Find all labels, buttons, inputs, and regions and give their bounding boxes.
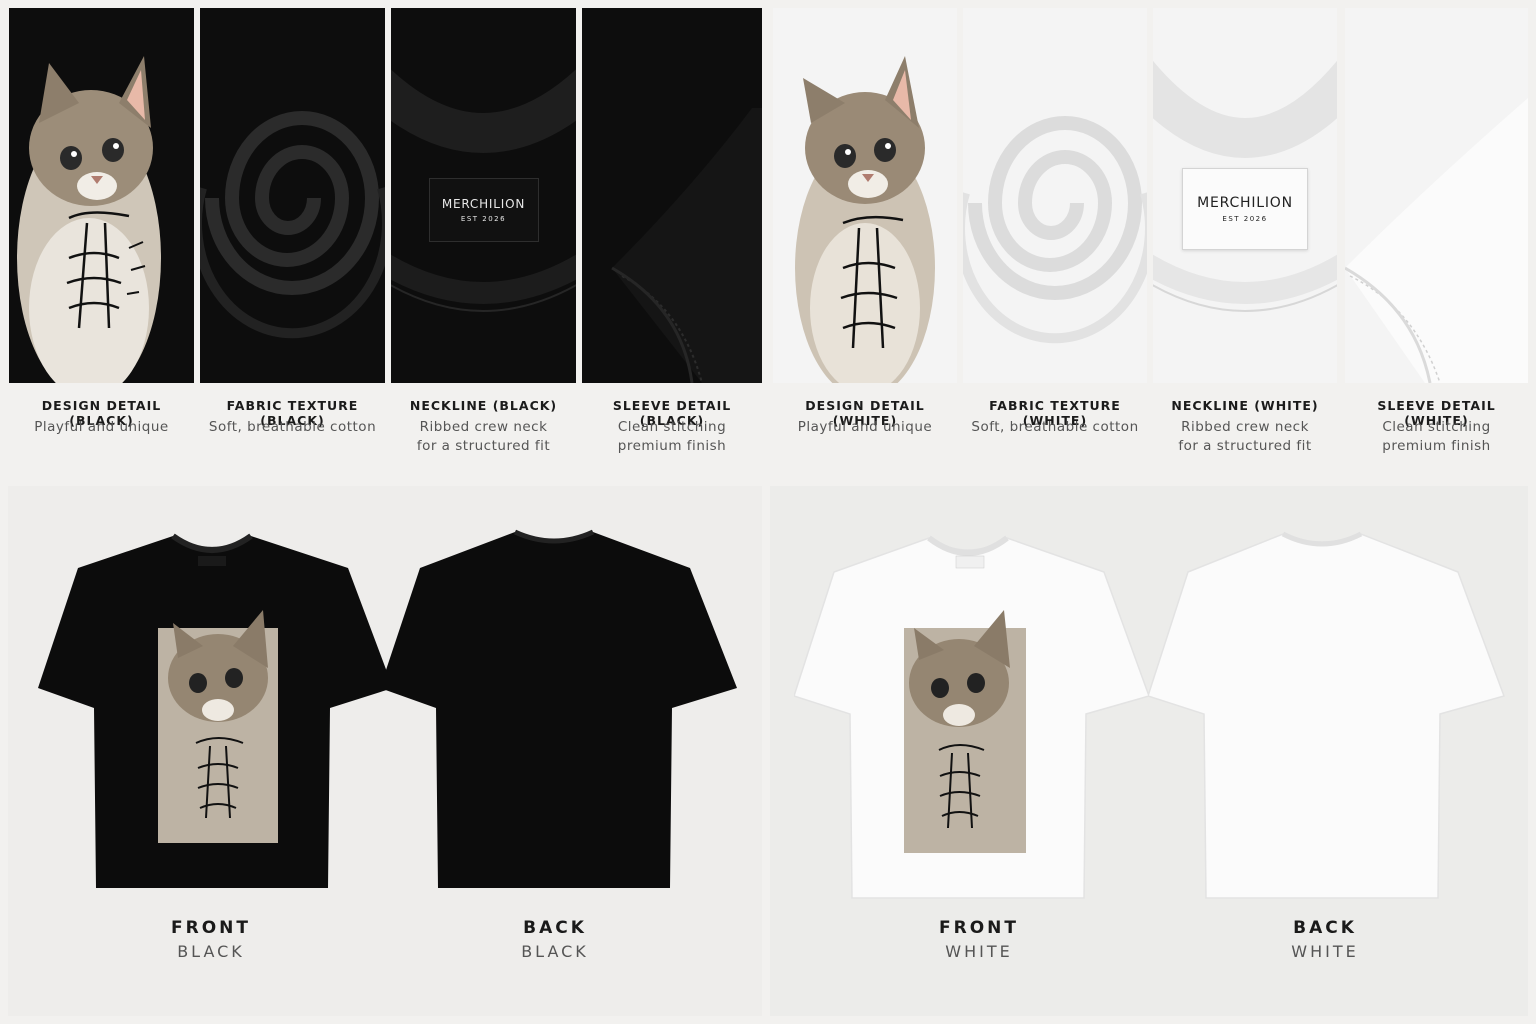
neckline-swatch: MERCHILION EST 2026 — [1153, 8, 1337, 383]
shirt-back-black — [380, 528, 740, 898]
kitten-print — [158, 610, 278, 843]
detail-subtitle: Clean stitching premium finish — [1382, 419, 1491, 454]
detail-subtitle: Ribbed crew neck for a structured fit — [1178, 419, 1312, 454]
view-color-label: WHITE — [1291, 942, 1359, 961]
sleeve-shape — [1345, 98, 1528, 383]
view-side-label: FRONT — [939, 918, 1019, 938]
shirt-front-black — [38, 528, 398, 898]
kitten-artwork — [795, 56, 935, 383]
panel-white-shirts: FRONT WHITE BACK WHITE — [770, 486, 1528, 1016]
detail-fabric-white: FABRIC TEXTURE (WHITE) Soft, breathable … — [963, 0, 1147, 470]
detail-design-white: DESIGN DETAIL (WHITE) Playful and unique — [773, 0, 957, 470]
fabric-swirl — [963, 116, 1147, 344]
view-color-label: WHITE — [945, 942, 1013, 961]
view-color-label: BLACK — [177, 942, 245, 961]
tshirt-back-black-image — [380, 529, 737, 888]
detail-subtitle: Clean stitching premium finish — [617, 419, 727, 454]
brand-label: MERCHILION EST 2026 — [428, 178, 539, 242]
detail-design-black: DESIGN DETAIL (BLACK) Playful and unique — [9, 0, 194, 470]
detail-sleeve-black: SLEEVE DETAIL (BLACK) Clean stitching pr… — [582, 0, 762, 470]
detail-fabric-black: FABRIC TEXTURE (BLACK) Soft, breathable … — [200, 0, 385, 470]
tshirt-front-black-image — [38, 533, 393, 888]
detail-subtitle: Soft, breathable cotton — [971, 419, 1139, 435]
detail-title: NECKLINE (BLACK) — [409, 398, 558, 413]
fabric-swatch — [963, 8, 1147, 383]
brand-label: MERCHILION EST 2026 — [1182, 168, 1308, 250]
detail-subtitle: Soft, breathable cotton — [208, 419, 377, 435]
detail-neckline-black: MERCHILION EST 2026 NECKLINE (BLACK) Rib… — [391, 0, 576, 470]
view-color-label: BLACK — [521, 942, 589, 961]
view-side-label: BACK — [523, 918, 587, 938]
detail-neckline-white: MERCHILION EST 2026 NECKLINE (WHITE) Rib… — [1153, 0, 1337, 470]
kitten-print — [904, 610, 1026, 853]
panel-black-shirts: FRONT BLACK BACK BLACK — [8, 486, 762, 1016]
design-swatch — [9, 8, 194, 383]
tshirt-front-white-image — [794, 535, 1150, 899]
detail-title: NECKLINE (WHITE) — [1171, 398, 1319, 413]
shirt-back-white — [1148, 528, 1508, 908]
kitten-artwork — [17, 56, 161, 383]
brand-est: EST 2026 — [1222, 215, 1268, 223]
sleeve-swatch — [1345, 8, 1528, 383]
brand-name: MERCHILION — [1197, 195, 1293, 211]
brand-name: MERCHILION — [441, 197, 526, 211]
detail-subtitle: Ribbed crew neck for a structured fit — [416, 419, 551, 454]
design-swatch — [773, 8, 957, 383]
fabric-swirl — [200, 111, 385, 339]
shirt-front-white — [794, 528, 1154, 908]
detail-subtitle: Playful and unique — [797, 419, 933, 435]
sleeve-swatch — [582, 8, 762, 383]
view-side-label: FRONT — [171, 918, 251, 938]
view-side-label: BACK — [1293, 918, 1357, 938]
brand-est: EST 2026 — [460, 215, 507, 223]
neckline-swatch: MERCHILION EST 2026 — [391, 8, 576, 383]
tshirt-back-white-image — [1148, 531, 1505, 899]
detail-subtitle: Playful and unique — [34, 419, 169, 435]
sleeve-shape — [611, 108, 762, 383]
fabric-swatch — [200, 8, 385, 383]
detail-sleeve-white: SLEEVE DETAIL (WHITE) Clean stitching pr… — [1345, 0, 1528, 470]
